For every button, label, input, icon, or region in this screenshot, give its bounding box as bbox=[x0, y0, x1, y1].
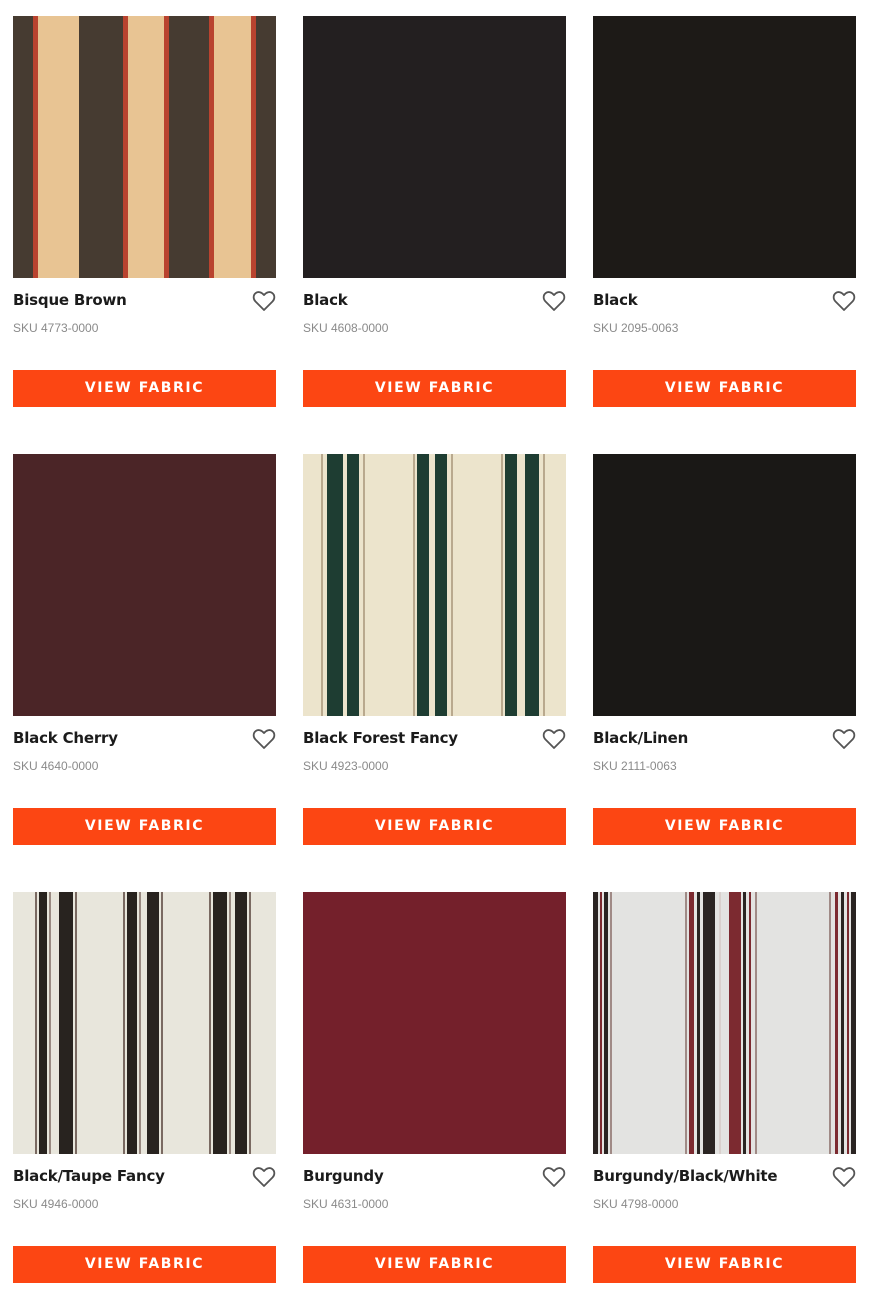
fabric-name[interactable]: Black Cherry bbox=[13, 729, 118, 747]
view-fabric-button[interactable]: VIEW FABRIC bbox=[13, 370, 276, 407]
fabric-name[interactable]: Burgundy/Black/White bbox=[593, 1167, 778, 1185]
heart-icon[interactable] bbox=[252, 728, 276, 750]
fabric-name[interactable]: Black/Taupe Fancy bbox=[13, 1167, 165, 1185]
fabric-swatch-image[interactable] bbox=[13, 892, 276, 1154]
view-fabric-button[interactable]: VIEW FABRIC bbox=[13, 1246, 276, 1283]
fabric-name-row: Bisque Brown bbox=[13, 290, 276, 314]
fabric-name[interactable]: Black bbox=[593, 291, 638, 309]
fabric-sku: SKU 4923-0000 bbox=[303, 759, 389, 773]
fabric-card: Burgundy/Black/White SKU 4798-0000 VIEW … bbox=[593, 892, 856, 1283]
fabric-swatch-image[interactable] bbox=[13, 16, 276, 278]
fabric-grid: Bisque Brown SKU 4773-0000 VIEW FABRIC B… bbox=[13, 16, 856, 1283]
view-fabric-button[interactable]: VIEW FABRIC bbox=[593, 808, 856, 845]
fabric-card: Black/Linen SKU 2111-0063 VIEW FABRIC bbox=[593, 454, 856, 845]
fabric-name-row: Black bbox=[303, 290, 566, 314]
view-fabric-button[interactable]: VIEW FABRIC bbox=[593, 1246, 856, 1283]
fabric-sku: SKU 4608-0000 bbox=[303, 321, 389, 335]
fabric-sku: SKU 4946-0000 bbox=[13, 1197, 99, 1211]
heart-icon[interactable] bbox=[542, 1166, 566, 1188]
fabric-card: Black SKU 2095-0063 VIEW FABRIC bbox=[593, 16, 856, 407]
view-fabric-button[interactable]: VIEW FABRIC bbox=[303, 370, 566, 407]
fabric-sku: SKU 4773-0000 bbox=[13, 321, 99, 335]
heart-icon[interactable] bbox=[832, 290, 856, 312]
fabric-swatch-image[interactable] bbox=[303, 454, 566, 716]
fabric-name-row: Burgundy bbox=[303, 1166, 566, 1190]
fabric-card: Black Cherry SKU 4640-0000 VIEW FABRIC bbox=[13, 454, 276, 845]
fabric-name-row: Black Forest Fancy bbox=[303, 728, 566, 752]
fabric-name-row: Burgundy/Black/White bbox=[593, 1166, 856, 1190]
fabric-sku: SKU 4640-0000 bbox=[13, 759, 99, 773]
view-fabric-button[interactable]: VIEW FABRIC bbox=[303, 1246, 566, 1283]
fabric-sku: SKU 4631-0000 bbox=[303, 1197, 389, 1211]
fabric-card: Black/Taupe Fancy SKU 4946-0000 VIEW FAB… bbox=[13, 892, 276, 1283]
heart-icon[interactable] bbox=[252, 1166, 276, 1188]
fabric-swatch-image[interactable] bbox=[13, 454, 276, 716]
fabric-name[interactable]: Black bbox=[303, 291, 348, 309]
fabric-name-row: Black bbox=[593, 290, 856, 314]
fabric-card: Bisque Brown SKU 4773-0000 VIEW FABRIC bbox=[13, 16, 276, 407]
fabric-name[interactable]: Bisque Brown bbox=[13, 291, 127, 309]
fabric-name[interactable]: Burgundy bbox=[303, 1167, 384, 1185]
fabric-swatch-image[interactable] bbox=[593, 454, 856, 716]
heart-icon[interactable] bbox=[832, 728, 856, 750]
fabric-name[interactable]: Black/Linen bbox=[593, 729, 688, 747]
fabric-name[interactable]: Black Forest Fancy bbox=[303, 729, 458, 747]
fabric-name-row: Black Cherry bbox=[13, 728, 276, 752]
fabric-swatch-image[interactable] bbox=[593, 16, 856, 278]
heart-icon[interactable] bbox=[542, 290, 566, 312]
fabric-sku: SKU 2095-0063 bbox=[593, 321, 679, 335]
fabric-swatch-image[interactable] bbox=[303, 16, 566, 278]
fabric-name-row: Black/Linen bbox=[593, 728, 856, 752]
view-fabric-button[interactable]: VIEW FABRIC bbox=[593, 370, 856, 407]
fabric-card: Burgundy SKU 4631-0000 VIEW FABRIC bbox=[303, 892, 566, 1283]
heart-icon[interactable] bbox=[542, 728, 566, 750]
fabric-sku: SKU 4798-0000 bbox=[593, 1197, 679, 1211]
fabric-card: Black Forest Fancy SKU 4923-0000 VIEW FA… bbox=[303, 454, 566, 845]
fabric-swatch-image[interactable] bbox=[593, 892, 856, 1154]
fabric-name-row: Black/Taupe Fancy bbox=[13, 1166, 276, 1190]
heart-icon[interactable] bbox=[252, 290, 276, 312]
fabric-sku: SKU 2111-0063 bbox=[593, 759, 677, 773]
fabric-card: Black SKU 4608-0000 VIEW FABRIC bbox=[303, 16, 566, 407]
view-fabric-button[interactable]: VIEW FABRIC bbox=[13, 808, 276, 845]
view-fabric-button[interactable]: VIEW FABRIC bbox=[303, 808, 566, 845]
heart-icon[interactable] bbox=[832, 1166, 856, 1188]
fabric-swatch-image[interactable] bbox=[303, 892, 566, 1154]
